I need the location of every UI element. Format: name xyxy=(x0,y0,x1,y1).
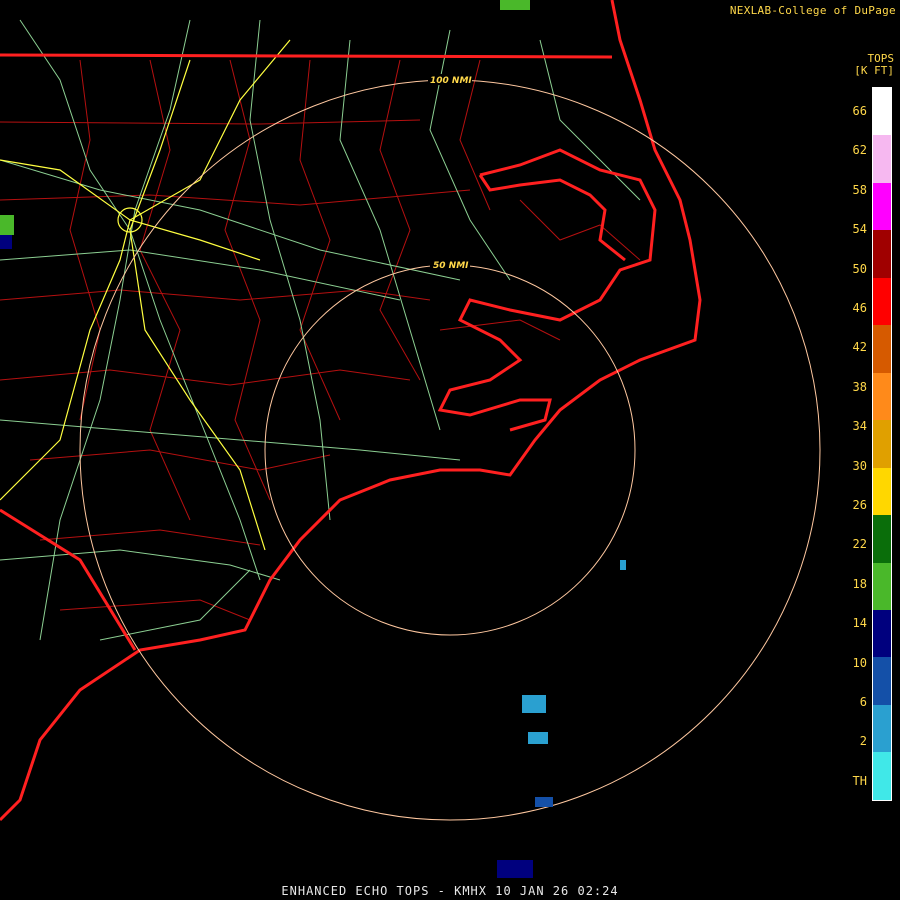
legend-tick: 26 xyxy=(852,498,867,512)
echo-2 xyxy=(522,695,546,713)
colorbar-swatch xyxy=(873,372,891,421)
echo-1 xyxy=(620,560,626,570)
colorbar-swatch xyxy=(873,420,891,468)
ring-label-100: 100 NMI xyxy=(430,76,472,86)
colorbar-swatch xyxy=(873,609,891,658)
legend-tick: 50 xyxy=(852,261,867,276)
colorbar-swatch xyxy=(873,135,891,183)
legend-tick: 2 xyxy=(859,734,867,749)
legend-tick: 34 xyxy=(852,419,867,434)
legend-tick: 10 xyxy=(852,655,867,670)
colorbar-swatch xyxy=(873,277,891,326)
echo-5 xyxy=(497,860,533,878)
county-lines xyxy=(0,59,641,621)
ring-50nmi xyxy=(264,264,636,636)
legend-tick: 46 xyxy=(852,301,867,315)
echo-nw-blue xyxy=(0,235,12,249)
colorbar-swatch xyxy=(873,325,891,373)
ring-100nmi xyxy=(79,79,821,821)
legend-tick: 14 xyxy=(852,616,867,631)
radar-echoes xyxy=(0,0,626,878)
legend-tick: 54 xyxy=(852,222,867,237)
legend-title-line2: [K FT] xyxy=(854,64,894,77)
legend-tick: 66 xyxy=(852,104,867,118)
ring-label-50: 50 NMI xyxy=(433,261,469,271)
colorbar-swatch xyxy=(873,88,891,136)
colorbar-swatch xyxy=(873,657,891,705)
legend-tick: 22 xyxy=(852,537,867,552)
echo-ne-green xyxy=(500,0,530,10)
range-rings xyxy=(79,79,821,821)
colorbar-swatch xyxy=(873,182,891,231)
colorbar-swatch xyxy=(873,704,891,753)
legend-tick: 18 xyxy=(852,576,867,591)
legend-tick: 6 xyxy=(859,695,867,709)
echo-4 xyxy=(535,797,553,807)
echo-3 xyxy=(528,732,548,744)
road-lines xyxy=(0,19,641,641)
legend-tick: 38 xyxy=(852,379,867,394)
product-footer: ENHANCED ECHO TOPS - KMHX 10 JAN 26 02:2… xyxy=(281,884,619,898)
colorbar-swatch xyxy=(873,230,891,278)
legend-title: TOPS [K FT] xyxy=(854,53,894,77)
credit-label: NEXLAB-College of DuPage xyxy=(729,4,896,17)
echo-nw-green xyxy=(0,215,14,235)
legend-tick: 58 xyxy=(852,182,867,197)
legend-tick: TH xyxy=(852,773,867,788)
legend-tick: 30 xyxy=(852,458,867,473)
interstate-lines xyxy=(0,39,291,551)
radar-map: 100 NMI 50 NMI xyxy=(0,0,821,878)
colorbar-swatch xyxy=(873,562,891,610)
colorbar-swatch xyxy=(873,515,891,563)
colorbar-swatch xyxy=(873,752,891,800)
colorbar xyxy=(872,87,892,801)
legend-tick: 62 xyxy=(852,143,867,158)
legend-tick: 42 xyxy=(852,340,867,355)
colorbar-swatch xyxy=(873,467,891,516)
